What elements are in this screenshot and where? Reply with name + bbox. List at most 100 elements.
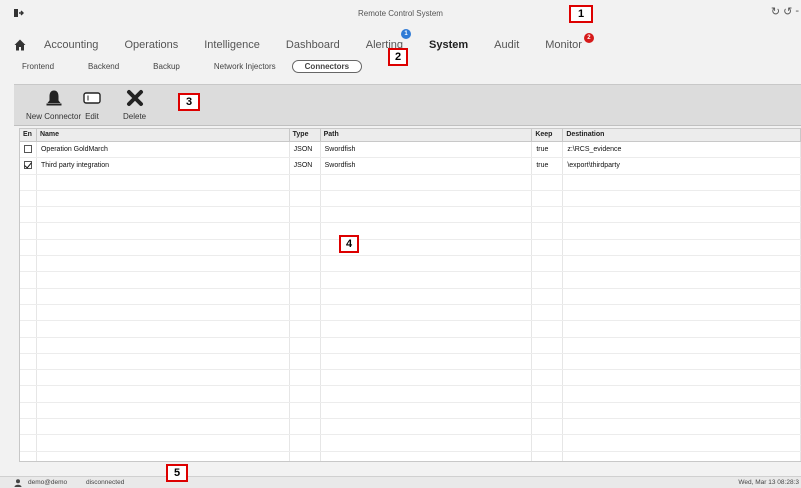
delete-button[interactable]: Delete <box>123 89 146 121</box>
reload-icon[interactable]: ↺ <box>783 5 792 18</box>
nav-operations[interactable]: Operations <box>124 39 178 51</box>
empty-table-row <box>20 321 801 338</box>
empty-table-row <box>20 239 801 257</box>
empty-cell <box>321 190 533 207</box>
empty-cell <box>563 435 801 451</box>
column-header-destination[interactable]: Destination <box>563 129 801 141</box>
nav-intelligence[interactable]: Intelligence <box>204 39 260 51</box>
user-icon <box>14 479 22 487</box>
empty-cell <box>532 256 564 272</box>
subnav-network-injectors[interactable]: Network Injectors <box>214 62 276 71</box>
column-header-path[interactable]: Path <box>321 129 533 141</box>
empty-table-row <box>20 337 801 354</box>
empty-cell <box>37 386 290 402</box>
empty-cell <box>37 288 290 304</box>
nav-audit[interactable]: Audit <box>494 39 519 51</box>
empty-cell <box>532 190 564 207</box>
callout-5: 5 <box>166 464 188 482</box>
empty-cell <box>20 288 37 304</box>
empty-cell <box>37 353 290 370</box>
delete-label: Delete <box>123 112 147 121</box>
empty-cell <box>563 190 801 207</box>
window-title: Remote Control System <box>358 8 443 18</box>
empty-cell <box>321 402 533 419</box>
empty-cell <box>20 190 37 207</box>
empty-cell <box>37 337 290 353</box>
empty-cell <box>563 337 801 353</box>
empty-cell <box>37 174 290 190</box>
empty-cell <box>532 402 564 419</box>
empty-cell <box>20 321 37 337</box>
empty-cell <box>290 304 321 321</box>
empty-cell <box>563 288 801 304</box>
empty-cell <box>563 304 801 321</box>
empty-cell <box>37 190 290 207</box>
refresh-icon[interactable]: ↻ <box>771 5 780 18</box>
empty-table-row <box>20 304 801 322</box>
empty-cell <box>37 451 290 461</box>
subnav-frontend[interactable]: Frontend <box>22 62 54 71</box>
empty-cell <box>532 353 564 370</box>
main-nav: Accounting Operations Intelligence Dashb… <box>14 29 608 53</box>
empty-cell <box>290 451 321 461</box>
column-header-en[interactable]: En <box>20 129 37 141</box>
subnav-connectors[interactable]: Connectors <box>291 59 363 73</box>
row-type: JSON <box>290 158 321 174</box>
status-datetime: Wed, Mar 13 08:28:3 <box>738 479 799 486</box>
nav-monitor-label: Monitor <box>545 39 582 51</box>
empty-cell <box>37 272 290 288</box>
empty-cell <box>20 304 37 321</box>
nav-accounting[interactable]: Accounting <box>44 39 98 51</box>
home-icon[interactable] <box>14 39 26 51</box>
empty-cell <box>563 207 801 223</box>
empty-cell <box>532 174 564 190</box>
nav-system[interactable]: System <box>429 39 468 51</box>
empty-cell <box>20 402 37 419</box>
app-window: Remote Control System ↻ ↺ - Accounting O… <box>0 0 801 488</box>
empty-rows <box>20 174 801 461</box>
empty-cell <box>321 451 533 461</box>
empty-table-row <box>20 435 801 452</box>
enabled-checkbox[interactable] <box>24 145 32 153</box>
minimize-icon[interactable]: - <box>795 5 799 18</box>
nav-monitor[interactable]: Monitor 2 <box>545 33 594 51</box>
empty-cell <box>563 321 801 337</box>
column-header-name[interactable]: Name <box>37 129 290 141</box>
logout-icon[interactable] <box>14 8 24 18</box>
row-keep: true <box>532 142 564 158</box>
empty-cell <box>321 207 533 223</box>
subnav-backend[interactable]: Backend <box>88 62 119 71</box>
empty-cell <box>20 435 37 451</box>
empty-cell <box>290 321 321 337</box>
empty-table-row <box>20 402 801 420</box>
empty-cell <box>532 239 564 256</box>
status-bar: demo@demo disconnected Wed, Mar 13 08:28… <box>0 476 801 488</box>
column-header-keep[interactable]: Keep <box>532 129 564 141</box>
empty-cell <box>20 207 37 223</box>
row-destination: \export\thirdparty <box>563 158 801 174</box>
bell-icon <box>46 90 62 106</box>
empty-cell <box>563 174 801 190</box>
empty-cell <box>290 207 321 223</box>
empty-cell <box>290 256 321 272</box>
enabled-checkbox[interactable] <box>24 161 32 170</box>
empty-cell <box>532 370 564 386</box>
table-row[interactable]: Third party integration JSON Swordfish t… <box>20 158 801 175</box>
empty-cell <box>321 370 533 386</box>
row-keep: true <box>532 158 564 174</box>
empty-table-row <box>20 272 801 289</box>
new-connector-button[interactable]: New Connector <box>26 89 81 121</box>
empty-cell <box>563 272 801 288</box>
empty-cell <box>290 337 321 353</box>
empty-cell <box>321 321 533 337</box>
empty-table-row <box>20 256 801 273</box>
column-header-type[interactable]: Type <box>290 129 321 141</box>
empty-cell <box>532 337 564 353</box>
nav-dashboard[interactable]: Dashboard <box>286 39 340 51</box>
edit-button[interactable]: Edit <box>82 89 102 121</box>
table-row[interactable]: Operation GoldMarch JSON Swordfish true … <box>20 142 801 159</box>
empty-cell <box>37 321 290 337</box>
edit-label: Edit <box>85 112 99 121</box>
empty-cell <box>37 304 290 321</box>
subnav-backup[interactable]: Backup <box>153 62 180 71</box>
